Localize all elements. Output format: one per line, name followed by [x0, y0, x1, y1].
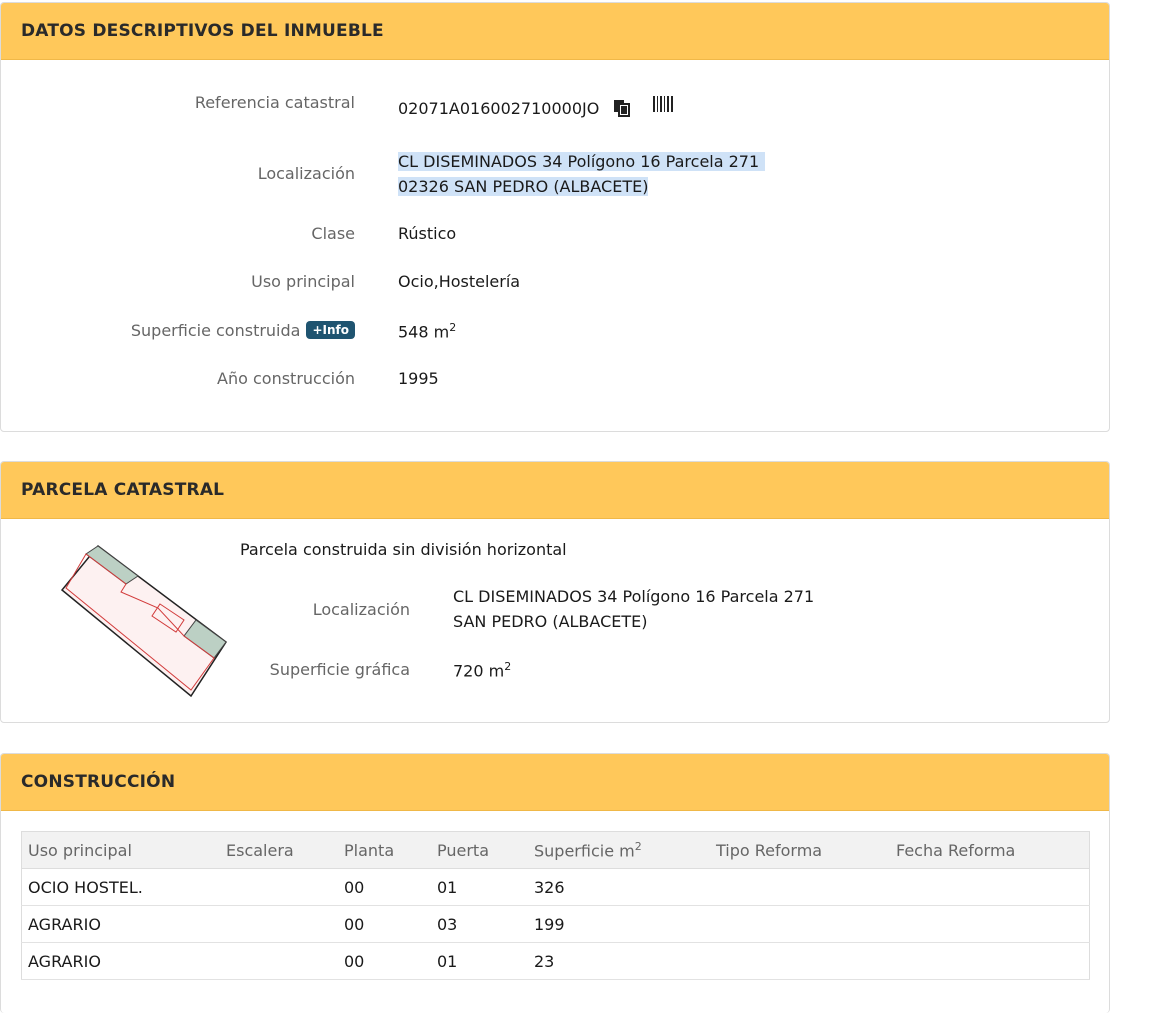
cell-uso: OCIO HOSTEL. [21, 868, 220, 906]
cell-fecha-reforma [890, 942, 1090, 980]
cell-puerta: 01 [431, 942, 528, 980]
parcela-localizacion-line2: SAN PEDRO (ALBACETE) [453, 612, 648, 631]
col-puerta: Puerta [431, 831, 528, 869]
parcela-localizacion-line1: CL DISEMINADOS 34 Polígono 16 Parcela 27… [453, 587, 815, 606]
uso-principal-label: Uso principal [251, 272, 355, 291]
cell-tipo-reforma [710, 942, 890, 980]
localizacion-line1: CL DISEMINADOS 34 Polígono 16 Parcela 27… [398, 152, 766, 171]
anio-construccion-value: 1995 [398, 369, 439, 388]
superficie-construida-exp: 2 [449, 321, 457, 334]
panel-datos-descriptivos: DATOS DESCRIPTIVOS DEL INMUEBLE Referenc… [0, 2, 1110, 432]
superficie-grafica-label: Superficie gráfica [269, 660, 410, 679]
parcela-localizacion-label: Localización [312, 600, 410, 619]
col-escalera: Escalera [220, 831, 338, 869]
uso-principal-value: Ocio,Hostelería [398, 272, 521, 291]
col-uso-principal: Uso principal [21, 831, 220, 869]
cell-escalera [220, 905, 338, 943]
localizacion-label: Localización [257, 164, 355, 183]
superficie-grafica-exp: 2 [504, 660, 512, 673]
cell-puerta: 01 [431, 868, 528, 906]
construccion-table: Uso principal Escalera Planta Puerta Sup… [21, 831, 1090, 980]
cell-puerta: 03 [431, 905, 528, 943]
anio-construccion-label: Año construcción [217, 369, 355, 388]
cell-planta: 00 [338, 868, 431, 906]
localizacion-line2: 02326 SAN PEDRO (ALBACETE) [398, 177, 649, 196]
cell-escalera [220, 868, 338, 906]
panel-parcela-catastral: PARCELA CATASTRAL Parcela construida sin… [0, 461, 1110, 723]
referencia-value: 02071A016002710000JO [398, 99, 599, 118]
panel-title: DATOS DESCRIPTIVOS DEL INMUEBLE [1, 3, 1109, 60]
cell-superficie: 199 [528, 905, 710, 943]
superficie-grafica-value: 720 m2 [453, 660, 511, 680]
info-badge[interactable]: +Info [306, 321, 355, 339]
copy-icon[interactable] [613, 99, 631, 117]
localizacion-value: CL DISEMINADOS 34 Polígono 16 Parcela 27… [398, 149, 766, 199]
cell-tipo-reforma [710, 868, 890, 906]
cell-fecha-reforma [890, 868, 1090, 906]
superficie-construida-text: Superficie construida [130, 321, 301, 340]
superficie-grafica-number: 720 m [453, 661, 505, 681]
table-row: OCIO HOSTEL. 00 01 326 [21, 868, 1090, 906]
cell-fecha-reforma [890, 905, 1090, 943]
cell-superficie: 326 [528, 868, 710, 906]
cell-planta: 00 [338, 905, 431, 943]
col-superficie: Superficie m2 [528, 831, 710, 869]
clase-label: Clase [311, 224, 355, 243]
panel-construccion: CONSTRUCCIÓN Uso principal Escalera Plan… [0, 753, 1110, 1013]
table-header-row: Uso principal Escalera Planta Puerta Sup… [21, 831, 1090, 869]
parcela-localizacion-value: CL DISEMINADOS 34 Polígono 16 Parcela 27… [453, 584, 814, 634]
col-superficie-exp: 2 [634, 839, 642, 853]
referencia-text: 02071A016002710000JO [398, 99, 600, 118]
col-tipo-reforma: Tipo Reforma [710, 831, 890, 869]
panel-title: CONSTRUCCIÓN [1, 754, 1109, 811]
cell-superficie: 23 [528, 942, 710, 980]
cell-escalera [220, 942, 338, 980]
cell-planta: 00 [338, 942, 431, 980]
clase-value: Rústico [398, 224, 457, 243]
table-row: AGRARIO 00 01 23 [21, 942, 1090, 980]
table-row: AGRARIO 00 03 199 [21, 905, 1090, 943]
col-planta: Planta [338, 831, 431, 869]
superficie-construida-label: Superficie construida +Info [131, 321, 355, 340]
barcode-icon[interactable] [653, 96, 673, 112]
cell-uso: AGRARIO [21, 905, 220, 943]
superficie-construida-value: 548 m2 [398, 321, 456, 341]
panel-title: PARCELA CATASTRAL [1, 462, 1109, 519]
parcela-tipo: Parcela construida sin división horizont… [240, 540, 567, 559]
referencia-label: Referencia catastral [194, 93, 355, 112]
superficie-construida-number: 548 m [398, 322, 450, 342]
parcel-map-icon[interactable] [56, 540, 236, 700]
cell-uso: AGRARIO [21, 942, 220, 980]
cell-tipo-reforma [710, 905, 890, 943]
col-fecha-reforma: Fecha Reforma [890, 831, 1090, 869]
col-superficie-text: Superficie m [534, 841, 635, 861]
